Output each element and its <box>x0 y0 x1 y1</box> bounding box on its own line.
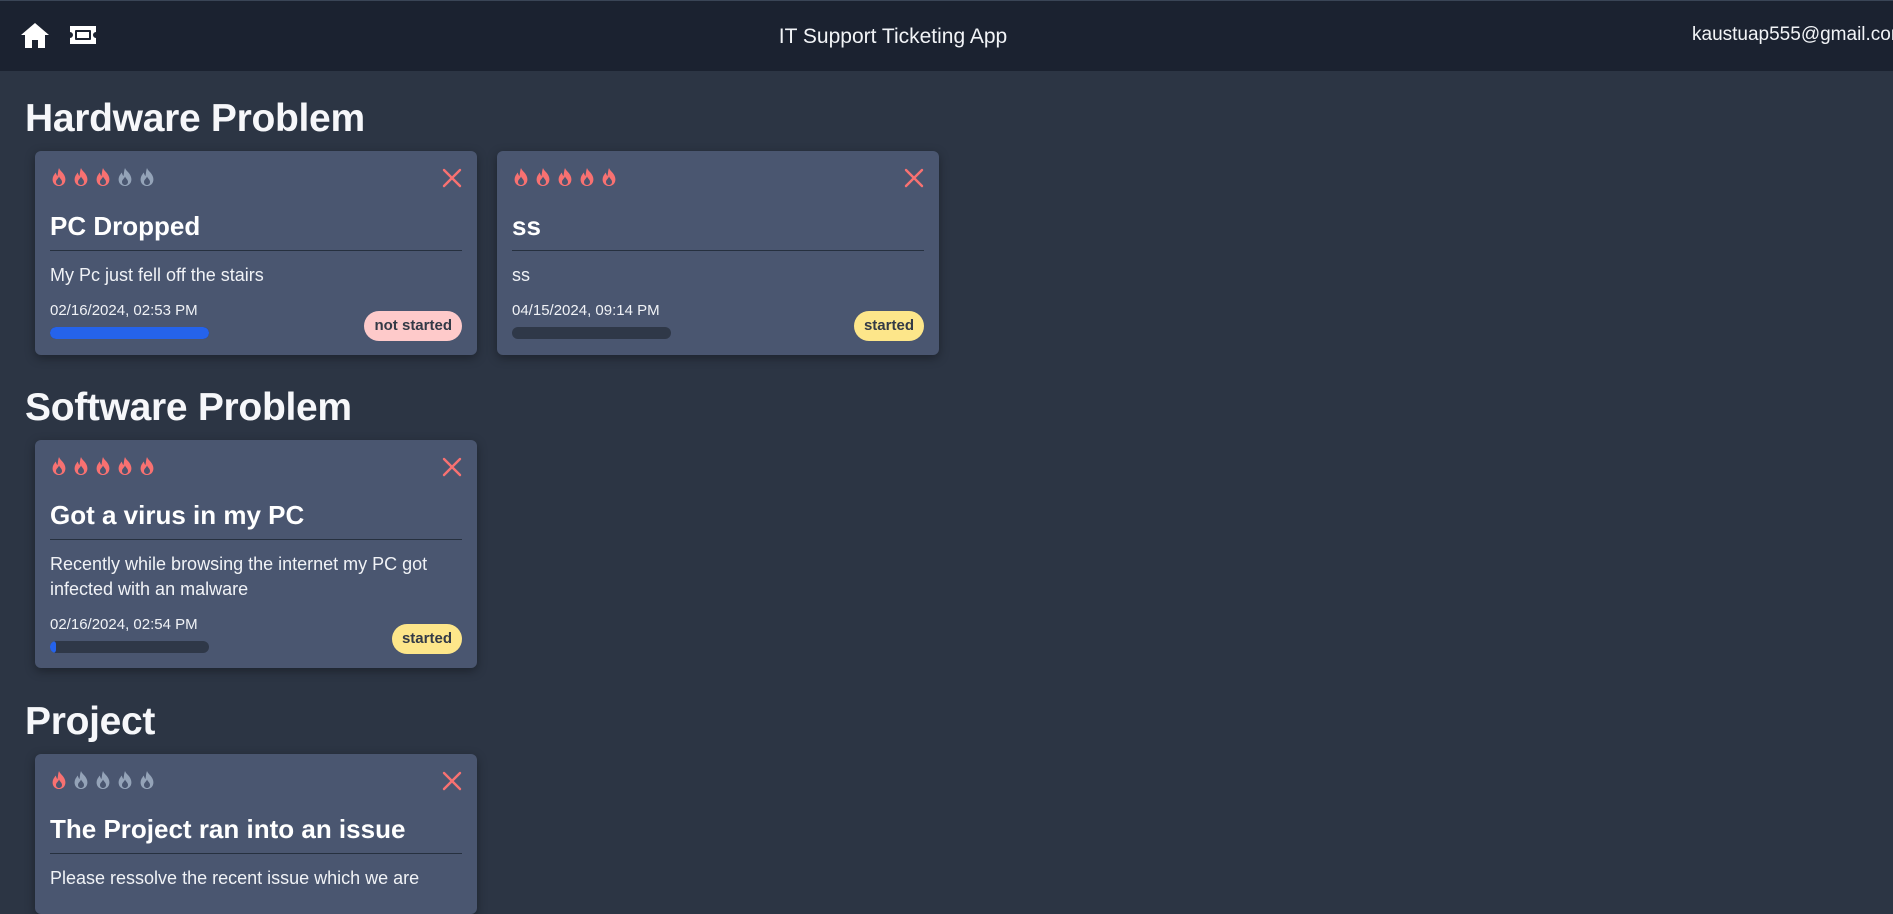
flame-icon-active <box>558 168 572 186</box>
status-badge: started <box>853 311 924 341</box>
ticket-card[interactable]: Got a virus in my PC Recently while brow… <box>35 440 477 668</box>
ticket-description: Recently while browsing the internet my … <box>50 554 428 599</box>
flame-icon-inactive <box>74 771 88 789</box>
priority-display <box>50 770 156 790</box>
ticket-title: The Project ran into an issue <box>50 814 462 854</box>
flame-icon-inactive <box>96 771 110 789</box>
ticket-date: 02/16/2024, 02:54 PM <box>50 616 198 633</box>
flame-icon-active <box>602 168 616 186</box>
ticket-description: Please ressolve the recent issue which w… <box>50 868 420 888</box>
flame-icon-inactive <box>140 168 154 186</box>
close-icon[interactable] <box>441 167 463 189</box>
close-icon[interactable] <box>903 167 925 189</box>
priority-display <box>50 456 156 476</box>
flame-icon-active <box>118 457 132 475</box>
flame-icon-active <box>74 457 88 475</box>
progress-fill <box>50 327 209 339</box>
flame-icon-active <box>74 168 88 186</box>
priority-display <box>50 167 156 187</box>
ticket-description: ss <box>512 265 530 285</box>
progress-bar <box>50 641 209 653</box>
flame-icon-active <box>536 168 550 186</box>
status-badge: started <box>391 624 462 654</box>
ticket-title: PC Dropped <box>50 211 462 251</box>
ticket-description: My Pc just fell off the stairs <box>50 265 264 285</box>
ticket-title: ss <box>512 211 924 251</box>
flame-icon-active <box>52 457 66 475</box>
ticket-card[interactable]: ss ss 04/15/2024, 09:14 PM started <box>497 151 939 355</box>
ticket-date: 02/16/2024, 02:53 PM <box>50 302 198 319</box>
flame-icon-inactive <box>140 771 154 789</box>
flame-icon-active <box>580 168 594 186</box>
flame-icon-active <box>52 771 66 789</box>
priority-display <box>512 167 618 187</box>
flame-icon-active <box>140 457 154 475</box>
flame-icon-active <box>514 168 528 186</box>
category-title-project: Project <box>25 700 156 743</box>
ticket-title: Got a virus in my PC <box>50 500 462 540</box>
close-icon[interactable] <box>441 456 463 478</box>
ticket-card[interactable]: PC Dropped My Pc just fell off the stair… <box>35 151 477 355</box>
status-badge: not started <box>364 311 462 341</box>
ticket-card[interactable]: The Project ran into an issue Please res… <box>35 754 477 914</box>
category-title-hardware: Hardware Problem <box>25 97 365 140</box>
user-email[interactable]: kaustuap555@gmail.com <box>1692 24 1893 46</box>
ticket-date: 04/15/2024, 09:14 PM <box>512 302 660 319</box>
flame-icon-active <box>96 457 110 475</box>
flame-icon-active <box>96 168 110 186</box>
navbar: IT Support Ticketing App kaustuap555@gma… <box>0 0 1893 71</box>
progress-fill <box>50 641 57 653</box>
progress-bar <box>50 327 209 339</box>
progress-bar <box>512 327 671 339</box>
close-icon[interactable] <box>441 770 463 792</box>
flame-icon-inactive <box>118 168 132 186</box>
category-title-software: Software Problem <box>25 386 352 429</box>
flame-icon-active <box>52 168 66 186</box>
flame-icon-inactive <box>118 771 132 789</box>
app-title: IT Support Ticketing App <box>778 25 1008 48</box>
